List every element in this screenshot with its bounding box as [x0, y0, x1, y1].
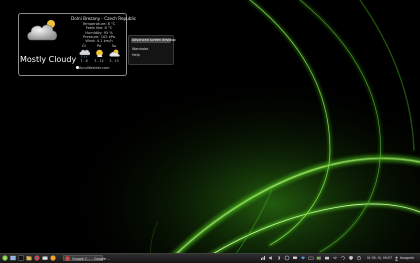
- tray-shield-icon[interactable]: [348, 255, 354, 261]
- tray-chat-icon[interactable]: [292, 255, 298, 261]
- taskbar-clock[interactable]: Út 09. říj. 09:57: [367, 255, 392, 261]
- weather-location: Dolni Brezany - Czech Republic: [71, 16, 137, 21]
- tray-wifi-icon[interactable]: [332, 255, 338, 261]
- tray-dropbox-icon[interactable]: [300, 255, 306, 261]
- menu-icon[interactable]: [2, 255, 8, 261]
- task-label: Google C... - Google ...: [72, 257, 111, 261]
- forecast-temp: 7 - 8: [80, 59, 88, 63]
- forecast-day-1: Čt 7 - 8: [77, 44, 91, 63]
- menu-item-help[interactable]: Help: [131, 53, 141, 58]
- forecast-temp: 3 - 12: [94, 59, 104, 63]
- forecast-day-label: So: [111, 44, 117, 48]
- forecast-day-label: Čt: [82, 44, 86, 48]
- tray-keyboard-icon[interactable]: [308, 255, 314, 261]
- chrome-icon: [65, 255, 70, 261]
- cloud-sun-icon: [108, 49, 120, 57]
- tray-bluetooth-icon[interactable]: [276, 255, 282, 261]
- forecast-day-3: So 3 - 13: [107, 44, 121, 63]
- tray-update-icon[interactable]: [284, 255, 290, 261]
- menu-item-advanced-screen-desktop[interactable]: Advanced screen desktop: [131, 38, 176, 43]
- cloud-rain-icon: [78, 49, 90, 58]
- tray-volume-icon[interactable]: [268, 255, 274, 261]
- taskbar-user[interactable]: fossgeek: [400, 255, 414, 261]
- forecast-day-2: Pá 3 - 12: [92, 44, 106, 63]
- weather-credit[interactable]: AccuWeather.com: [79, 66, 109, 70]
- weather-stats: Temperature: 8 °C Feels like: 8 °C Humid…: [71, 22, 127, 43]
- sun-cloud-icon: [95, 49, 103, 57]
- tray-power-icon[interactable]: [356, 255, 362, 261]
- forecast-temp: 3 - 13: [109, 59, 119, 63]
- tray-sync-icon[interactable]: [340, 255, 346, 261]
- tray-battery-icon[interactable]: [316, 255, 322, 261]
- weather-widget[interactable]: Dolni Brezany - Czech Republic Temperatu…: [18, 13, 136, 76]
- terminal-icon[interactable]: [18, 255, 24, 261]
- show-desktop-icon[interactable]: [10, 255, 16, 261]
- files-icon[interactable]: [26, 255, 32, 261]
- wind-stat: Wind: 4.1 km/h: [85, 39, 113, 44]
- tray-network-icon[interactable]: [260, 255, 266, 261]
- browser-icon[interactable]: [34, 255, 40, 261]
- weather-condition: Mostly Cloudy: [20, 55, 77, 64]
- forecast-day-label: Pá: [96, 44, 102, 48]
- desktop-context-menu: Advanced screen desktop Wardrobe Help: [128, 35, 176, 65]
- user-icon: [394, 256, 399, 261]
- mail-icon[interactable]: [42, 255, 48, 261]
- menu-item-wardrobe[interactable]: Wardrobe: [131, 47, 149, 52]
- music-icon[interactable]: [50, 255, 56, 261]
- mostly-cloudy-icon: [27, 20, 58, 41]
- tray-mail-icon[interactable]: [324, 255, 330, 261]
